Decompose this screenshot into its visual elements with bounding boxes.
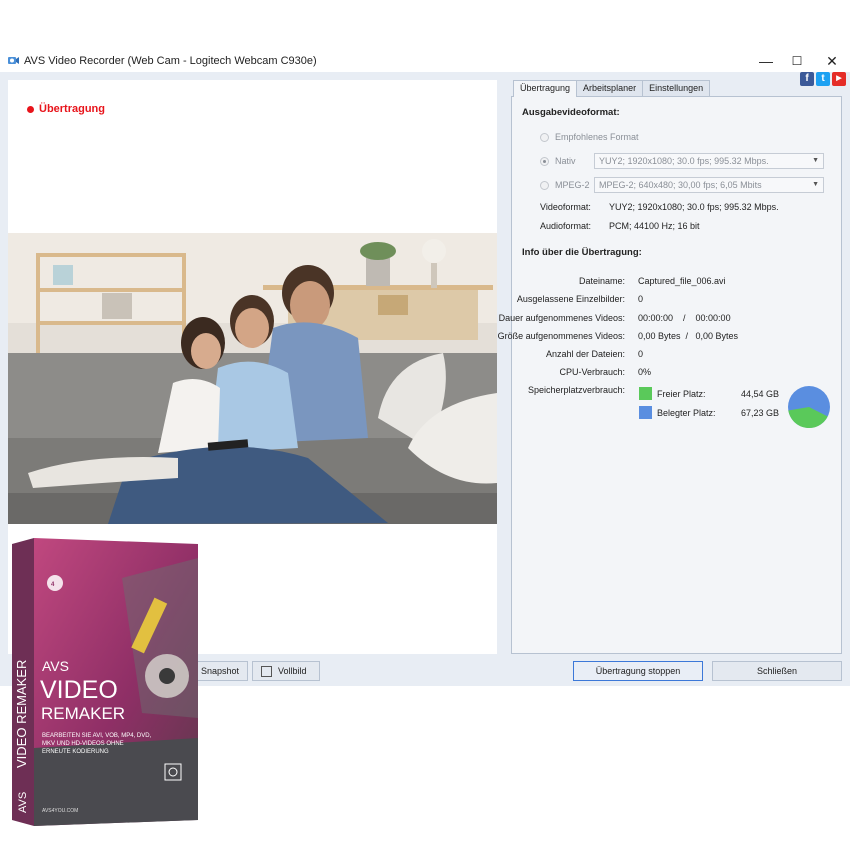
free-space-swatch: [639, 387, 652, 400]
product-url: AVS4YOU.COM: [42, 808, 78, 814]
fullscreen-label: Vollbild: [278, 666, 307, 676]
app-icon: [8, 57, 19, 64]
mpeg2-format-select[interactable]: MPEG-2; 640x480; 30,00 fps; 6,05 Mbits ▼: [594, 177, 824, 193]
maximize-button[interactable]: ☐: [787, 52, 807, 70]
used-space-value: 67,23 GB: [741, 408, 780, 418]
transfer-info-heading: Info über die Übertragung:: [522, 247, 642, 258]
size-label: Größe aufgenommenes Videos:: [497, 331, 625, 341]
free-space-value: 44,54 GB: [741, 389, 780, 399]
fullscreen-button[interactable]: Vollbild: [252, 661, 320, 681]
product-title-line2: REMAKER: [41, 704, 125, 723]
product-box-image: 4 VIDEO REMAKER AVS AVS VIDEO REMAKER BE…: [12, 538, 204, 826]
radio-mpeg2-label: MPEG-2: [555, 180, 590, 190]
skipped-frames-label: Ausgelassene Einzelbilder:: [516, 294, 625, 304]
radio-icon[interactable]: [540, 156, 549, 166]
snapshot-label: Snapshot: [201, 666, 240, 676]
spine-brand: AVS: [17, 792, 29, 813]
chevron-down-icon: ▼: [812, 157, 819, 164]
filename-label: Dateiname:: [578, 276, 625, 286]
close-window-button[interactable]: ✕: [822, 52, 842, 70]
cpu-label: CPU-Verbrauch:: [559, 367, 625, 377]
tab-scheduler[interactable]: Arbeitsplaner: [576, 80, 644, 96]
tab-transmission[interactable]: Übertragung: [513, 80, 578, 97]
used-space-label: Belegter Platz:: [657, 408, 716, 418]
facebook-icon[interactable]: f: [800, 72, 814, 86]
title-bar: AVS Video Recorder (Web Cam - Logitech W…: [0, 50, 850, 72]
video-format-label: Videoformat:: [540, 202, 591, 212]
recording-indicator: Übertragung: [27, 103, 105, 115]
youtube-icon[interactable]: ▶: [832, 72, 846, 86]
cpu-value: 0%: [638, 367, 652, 377]
stop-transmission-button[interactable]: Übertragung stoppen: [573, 661, 703, 681]
tab-bar: Übertragung Arbeitsplaner Einstellungen: [513, 80, 711, 97]
radio-native-label: Nativ: [555, 156, 576, 166]
recording-status: Übertragung: [39, 103, 105, 115]
record-dot-icon: [27, 105, 34, 113]
product-box-art: 4 VIDEO REMAKER AVS AVS VIDEO REMAKER BE…: [12, 538, 198, 826]
product-brand: AVS: [42, 658, 69, 674]
webcam-frame: [8, 233, 497, 524]
webcam-image: [8, 233, 497, 524]
minimize-button[interactable]: —: [756, 52, 776, 70]
product-description: BEARBEITEN SIE AVI, VOB, MP4, DVD, MKV U…: [42, 733, 152, 755]
native-format-select[interactable]: YUY2; 1920x1080; 30.0 fps; 995.32 Mbps. …: [594, 153, 824, 169]
radio-recommended[interactable]: Empfohlenes Format: [540, 132, 639, 142]
filename-value: Captured_file_006.avi: [638, 276, 726, 286]
fullscreen-icon: [261, 665, 272, 677]
chevron-down-icon: ▼: [812, 181, 819, 188]
settings-panel: Ausgabevideoformat: Empfohlenes Format N…: [498, 96, 842, 654]
native-format-value: YUY2; 1920x1080; 30.0 fps; 995.32 Mbps.: [599, 156, 769, 166]
size-value: 0,00 Bytes / 0,00 Bytes: [638, 331, 739, 341]
social-links: f t ▶: [800, 72, 846, 86]
radio-recommended-label: Empfohlenes Format: [555, 132, 639, 142]
tab-settings[interactable]: Einstellungen: [642, 80, 711, 96]
close-button[interactable]: Schließen: [712, 661, 842, 681]
storage-label: Speicherplatzverbrauch:: [527, 385, 625, 395]
mpeg2-format-value: MPEG-2; 640x480; 30,00 fps; 6,05 Mbits: [599, 180, 762, 190]
product-title-line1: VIDEO: [40, 676, 118, 704]
duration-value: 00:00:00 / 00:00:00: [638, 313, 731, 323]
window-title: AVS Video Recorder (Web Cam - Logitech W…: [24, 55, 317, 67]
radio-icon[interactable]: [540, 132, 549, 142]
free-space-label: Freier Platz:: [657, 389, 706, 399]
radio-icon[interactable]: [540, 180, 549, 190]
spine-text: VIDEO REMAKER: [14, 660, 29, 768]
duration-label: Dauer aufgenommenes Videos:: [498, 313, 625, 323]
skipped-frames-value: 0: [638, 294, 644, 304]
file-count-value: 0: [638, 349, 644, 359]
file-count-label: Anzahl der Dateien:: [545, 349, 625, 359]
audio-format-value: PCM; 44100 Hz; 16 bit: [609, 221, 700, 231]
output-format-heading: Ausgabevideoformat:: [522, 107, 620, 118]
video-format-value: YUY2; 1920x1080; 30.0 fps; 995.32 Mbps.: [609, 202, 779, 212]
used-space-swatch: [639, 406, 652, 419]
audio-format-label: Audioformat:: [540, 221, 592, 231]
radio-mpeg2[interactable]: MPEG-2: [540, 180, 590, 190]
twitter-icon[interactable]: t: [816, 72, 830, 86]
storage-pie-chart: [788, 386, 830, 428]
radio-native[interactable]: Nativ: [540, 156, 576, 166]
